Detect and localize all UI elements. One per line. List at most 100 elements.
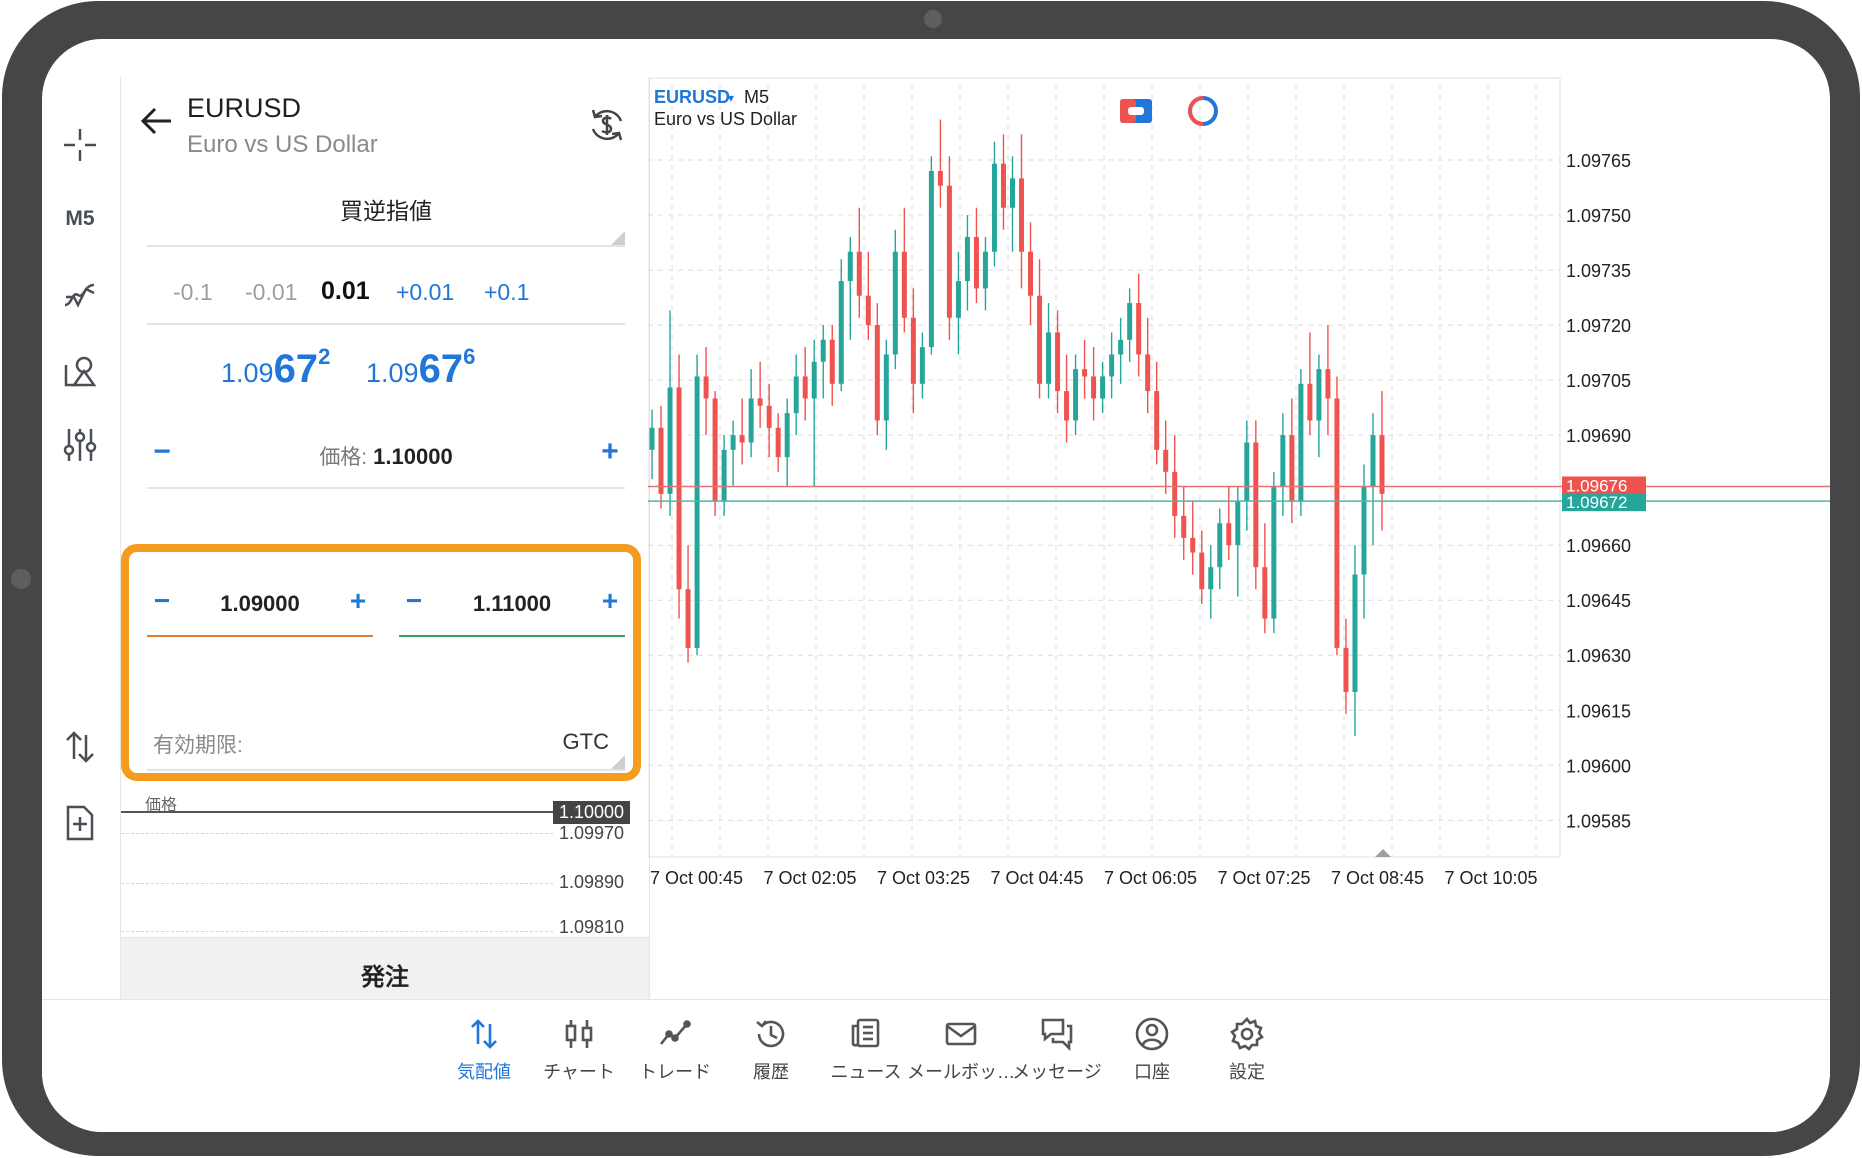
side-sensor xyxy=(11,569,31,589)
volume-step-minus-0-01[interactable]: -0.01 xyxy=(245,279,297,306)
chart-description: Euro vs US Dollar xyxy=(654,109,797,129)
candle-body xyxy=(1298,383,1304,502)
candle-body xyxy=(1082,369,1088,377)
candle-body xyxy=(1154,391,1160,450)
volume-step-minus-0-1[interactable]: -0.1 xyxy=(173,279,213,306)
nav-item-history[interactable]: 履歴 xyxy=(716,1010,826,1106)
chart-scroll-marker-icon[interactable] xyxy=(1375,849,1391,857)
price-input[interactable]: 価格: 1.10000 xyxy=(147,441,625,471)
crosshair-icon[interactable] xyxy=(54,119,106,171)
nav-item-trade[interactable]: トレード xyxy=(620,1010,730,1106)
x-tick-label: 7 Oct 03:25 xyxy=(877,868,970,888)
signal-icon-half xyxy=(1188,96,1204,126)
stop-loss-field: − 1.09000 + xyxy=(147,577,373,637)
price-plus-button[interactable]: + xyxy=(595,435,625,469)
candle-body xyxy=(667,387,673,494)
candle-body xyxy=(748,398,754,443)
level-line xyxy=(121,931,553,932)
tablet-frame: M5 EURUSD Euro vs US Dollar 買逆指値 -0.1 -0… xyxy=(2,1,1860,1156)
y-tick-label: 1.09690 xyxy=(1566,426,1631,446)
candle-body xyxy=(1019,178,1025,252)
candle-body xyxy=(775,427,781,458)
symbol-name: EURUSD xyxy=(187,93,302,123)
x-tick-label: 7 Oct 04:45 xyxy=(991,868,1084,888)
candle-body xyxy=(1379,435,1385,494)
volume-step-plus-0-01[interactable]: +0.01 xyxy=(396,279,454,306)
indicator-icon[interactable] xyxy=(54,269,106,321)
tp-plus-button[interactable]: + xyxy=(595,585,625,617)
x-tick-label: 7 Oct 07:25 xyxy=(1218,868,1311,888)
candle-body xyxy=(1280,435,1286,487)
front-camera xyxy=(924,10,942,28)
news-icon xyxy=(848,1016,884,1052)
nav-item-label: 履歴 xyxy=(753,1062,789,1082)
nav-item-settings[interactable]: 設定 xyxy=(1192,1010,1302,1106)
candle-body xyxy=(811,361,817,399)
settings-sliders-icon[interactable] xyxy=(54,419,106,471)
timeframe-button[interactable]: M5 xyxy=(54,193,106,245)
volume-step-plus-0-1[interactable]: +0.1 xyxy=(484,279,529,306)
y-tick-label: 1.09630 xyxy=(1566,646,1631,666)
expiry-label: 有効期限: xyxy=(153,734,243,757)
tp-value[interactable]: 1.11000 xyxy=(399,591,625,617)
candle-body xyxy=(1262,567,1268,619)
chart-timeframe: M5 xyxy=(744,87,769,107)
candlestick-chart[interactable]: 1.09765 1.09750 1.09735 1.09720 1.09705 1.096… xyxy=(648,77,1830,947)
take-profit-field: − 1.11000 + xyxy=(399,577,625,637)
nav-item-label: 気配値 xyxy=(457,1062,511,1082)
candle-body xyxy=(892,251,898,355)
candle-body xyxy=(649,427,655,450)
sl-underline xyxy=(147,635,373,637)
candle-body xyxy=(1208,567,1214,590)
nav-item-label: トレード xyxy=(639,1062,711,1082)
nav-item-account[interactable]: 口座 xyxy=(1097,1010,1207,1106)
candle-body xyxy=(1181,515,1187,538)
candle-body xyxy=(847,251,853,282)
ask-sup: 6 xyxy=(463,344,476,369)
candle-body xyxy=(1352,574,1358,692)
expiry-value: GTC xyxy=(562,729,609,754)
expiry-select[interactable]: 有効期限: GTC xyxy=(147,717,625,771)
ask-price: 1.09676 xyxy=(366,344,476,392)
current-price-line xyxy=(121,811,553,813)
candle-body xyxy=(784,413,790,458)
candle-body xyxy=(901,251,907,318)
candle-body xyxy=(685,589,691,648)
order-type-select[interactable]: 買逆指値 xyxy=(147,183,625,247)
candle-body xyxy=(1343,647,1349,692)
nav-item-quotes[interactable]: 気配値 xyxy=(429,1010,539,1106)
new-order-icon[interactable] xyxy=(54,797,106,849)
nav-item-news[interactable]: ニュース xyxy=(811,1010,921,1106)
candle-body xyxy=(1000,163,1006,208)
y-tick-label: 1.09660 xyxy=(1566,536,1631,556)
sync-dollar-icon[interactable] xyxy=(587,105,627,145)
volume-value[interactable]: 0.01 xyxy=(321,277,370,306)
nav-item-chart[interactable]: チャート xyxy=(524,1010,634,1106)
symbol-description: Euro vs US Dollar xyxy=(187,131,378,158)
bid-price-label: 1.09672 xyxy=(1566,493,1627,512)
sl-value[interactable]: 1.09000 xyxy=(147,591,373,617)
nav-item-label: チャート xyxy=(543,1062,615,1082)
dropdown-corner-icon xyxy=(611,231,625,245)
chart-symbol[interactable]: EURUSD xyxy=(654,87,730,107)
candle-body xyxy=(955,281,961,318)
trade-arrows-icon[interactable] xyxy=(54,721,106,773)
candle-body xyxy=(829,339,835,384)
candle-body xyxy=(1037,295,1043,384)
candle-body xyxy=(1046,332,1052,384)
price-label: 価格: xyxy=(319,446,368,469)
objects-icon[interactable] xyxy=(54,345,106,397)
nav-item-messages[interactable]: メッセージ xyxy=(1002,1010,1112,1106)
sl-plus-button[interactable]: + xyxy=(343,585,373,617)
price-chart[interactable]: 1.09765 1.09750 1.09735 1.09720 1.09705 1.096… xyxy=(648,77,1830,947)
order-type-label: 買逆指値 xyxy=(340,198,432,224)
x-tick-label: 7 Oct 06:05 xyxy=(1104,868,1197,888)
quote-prices: 1.09672 1.09676 xyxy=(121,344,649,417)
nav-item-label: ニュース xyxy=(830,1062,902,1082)
nav-item-mailbox[interactable]: メールボッ… xyxy=(906,1010,1016,1106)
back-arrow-icon[interactable] xyxy=(135,99,179,143)
candle-body xyxy=(1334,398,1340,648)
candle-body xyxy=(883,354,889,421)
order-header: EURUSD Euro vs US Dollar xyxy=(121,77,649,177)
history-icon xyxy=(753,1016,789,1052)
